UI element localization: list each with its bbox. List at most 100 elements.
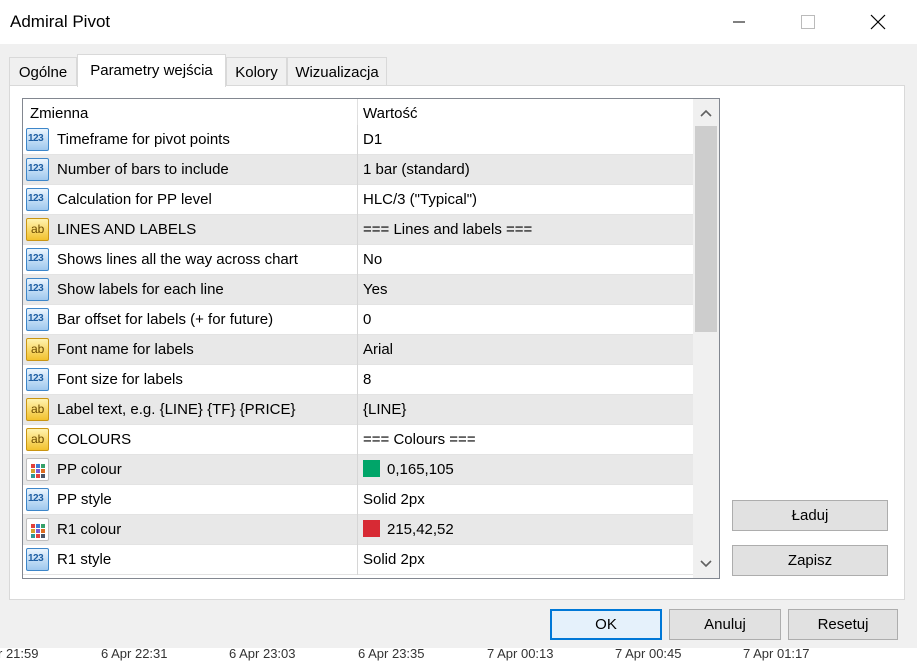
parameter-value[interactable]: D1 [363,131,382,148]
integer-type-icon: 123 [26,308,49,331]
reset-button[interactable]: Resetuj [788,609,898,640]
palette-dot [41,464,45,468]
cell-divider [357,245,358,275]
tab-visualization[interactable]: Wizualizacja [287,57,387,86]
parameter-row[interactable]: 123 Bar offset for labels (+ for future) 0 [23,305,693,335]
cell-divider [357,425,358,455]
scroll-down-button[interactable] [693,551,719,577]
parameter-value-text: Yes [363,281,388,298]
parameter-value[interactable]: 0,165,105 [363,460,454,478]
scroll-up-button[interactable] [693,100,719,126]
parameter-value[interactable]: === Colours === [363,431,476,448]
icon-glyph: ab [31,432,45,446]
parameter-value[interactable]: No [363,251,382,268]
parameter-row[interactable]: 123 Timeframe for pivot points D1 [23,125,693,155]
parameter-row[interactable]: 123 Calculation for PP level HLC/3 ("Typic… [23,185,693,215]
parameter-value-text: No [363,251,383,268]
chevron-down-icon [700,560,712,568]
icon-glyph: 123 [28,553,44,564]
palette-dot [31,469,35,473]
parameter-row[interactable]: 123 Number of bars to include 1 bar (stand… [23,155,693,185]
window-title: Admiral Pivot [10,12,111,31]
parameter-value[interactable]: 1 bar (standard) [363,161,470,178]
minimize-button[interactable] [716,0,762,44]
axis-time-label: 6 Apr 23:03 [229,648,296,661]
vertical-scrollbar[interactable] [693,99,719,578]
parameter-row[interactable]: ab LINES AND LABELS === Lines and labels =… [23,215,693,245]
cell-divider [357,305,358,335]
color-type-icon [26,518,49,541]
parameter-value[interactable]: {LINE} [363,401,406,418]
parameter-value[interactable]: 215,42,52 [363,520,454,538]
parameter-name: Font size for labels [57,371,183,388]
color-type-icon [26,458,49,481]
parameter-row[interactable]: R1 colour 215,42,52 [23,515,693,545]
parameter-row[interactable]: ab Label text, e.g. {LINE} {TF} {PRICE} {L… [23,395,693,425]
parameter-value[interactable]: Arial [363,341,393,358]
cell-divider [357,395,358,425]
string-type-icon: ab [26,428,49,451]
parameter-value[interactable]: === Lines and labels === [363,221,532,238]
parameter-value-text: D1 [363,131,383,148]
column-header-value[interactable]: Wartość [363,105,417,122]
color-swatch [363,520,380,537]
parameter-row[interactable]: 123 Font size for labels 8 [23,365,693,395]
icon-glyph: 123 [28,253,44,264]
parameter-value-text: Arial [363,341,394,358]
parameter-value[interactable]: Solid 2px [363,551,425,568]
maximize-button[interactable] [785,0,831,44]
ok-button[interactable]: OK [550,609,662,640]
parameter-name: PP style [57,491,112,508]
icon-glyph: ab [31,402,45,416]
parameter-name: R1 colour [57,521,122,538]
integer-type-icon: 123 [26,278,49,301]
cell-divider [357,215,358,245]
parameter-row[interactable]: 123 R1 style Solid 2px [23,545,693,575]
integer-type-icon: 123 [26,248,49,271]
parameter-row[interactable]: 123 Shows lines all the way across chart N… [23,245,693,275]
icon-glyph: 123 [28,163,44,174]
tab-general[interactable]: Ogólne [9,57,77,86]
scroll-thumb[interactable] [695,126,717,332]
parameter-value[interactable]: Solid 2px [363,491,425,508]
palette-dot [31,474,35,478]
axis-time-label: r 21:59 [0,648,39,661]
integer-type-icon: 123 [26,128,49,151]
parameter-row[interactable]: PP colour 0,165,105 [23,455,693,485]
load-button[interactable]: Ładuj [732,500,888,531]
title-bar: Admiral Pivot [0,0,917,44]
integer-type-icon: 123 [26,188,49,211]
parameter-value[interactable]: Yes [363,281,387,298]
parameter-value-text: 8 [363,371,372,388]
palette-dot [36,464,40,468]
save-button[interactable]: Zapisz [732,545,888,576]
grid-rows: 123 Timeframe for pivot points D1 123 Number… [23,125,693,575]
cancel-button[interactable]: Anuluj [669,609,781,640]
column-divider[interactable] [357,99,358,126]
parameter-row[interactable]: 123 PP style Solid 2px [23,485,693,515]
cell-divider [357,275,358,305]
string-type-icon: ab [26,218,49,241]
parameter-name: LINES AND LABELS [57,221,197,238]
column-header-variable[interactable]: Zmienna [30,105,88,122]
parameter-value-text: === Colours === [363,431,476,448]
parameter-row[interactable]: 123 Show labels for each line Yes [23,275,693,305]
axis-time-label: 6 Apr 23:35 [358,648,425,661]
parameter-row[interactable]: ab Font name for labels Arial [23,335,693,365]
tab-colors[interactable]: Kolory [226,57,287,86]
parameter-row[interactable]: ab COLOURS === Colours === [23,425,693,455]
string-type-icon: ab [26,398,49,421]
cell-divider [357,155,358,185]
parameter-value[interactable]: 8 [363,371,371,388]
parameter-name: Bar offset for labels (+ for future) [57,311,274,328]
cell-divider [357,125,358,155]
axis-time-label: 6 Apr 22:31 [101,648,168,661]
parameter-name: Label text, e.g. {LINE} {TF} {PRICE} [57,401,296,418]
icon-glyph: 123 [28,373,44,384]
palette-dot [41,524,45,528]
parameter-value[interactable]: 0 [363,311,371,328]
tab-input-parameters[interactable]: Parametry wejścia [77,54,226,87]
close-button[interactable] [855,0,901,44]
parameter-value[interactable]: HLC/3 ("Typical") [363,191,477,208]
icon-glyph: 123 [28,313,44,324]
